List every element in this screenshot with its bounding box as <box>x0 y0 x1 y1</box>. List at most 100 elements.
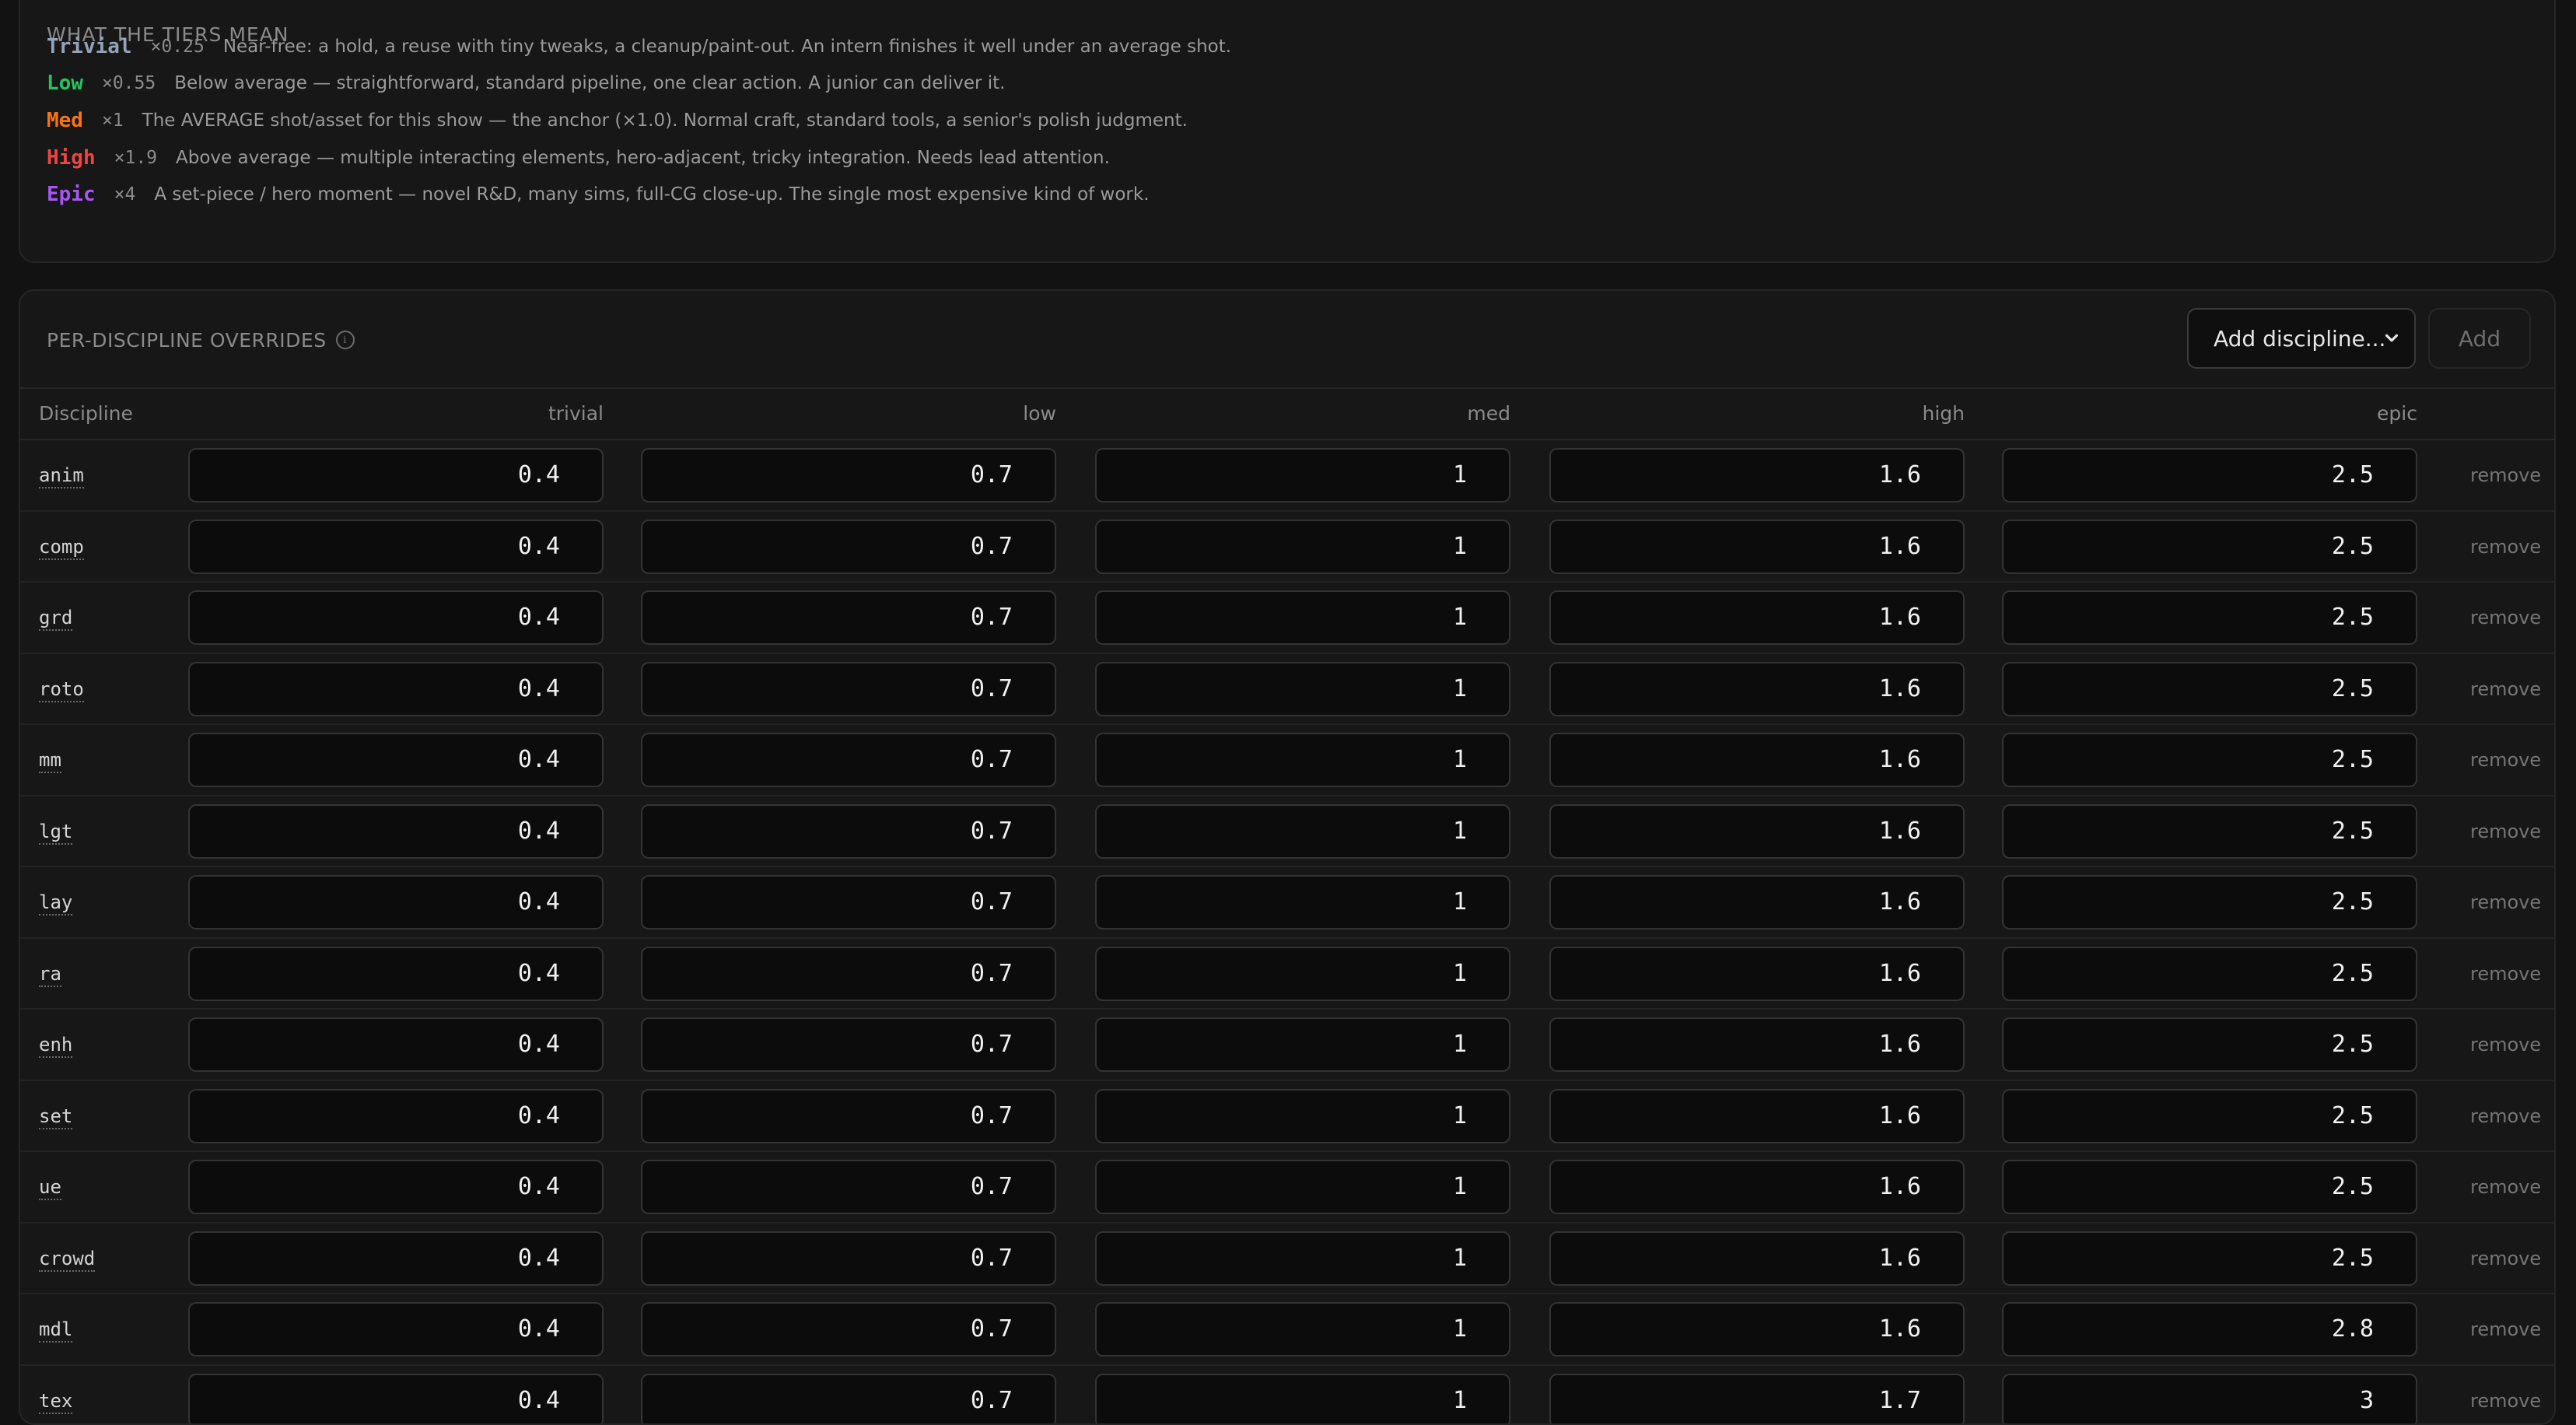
med-multiplier-input[interactable]: 1 <box>1095 1017 1510 1072</box>
med-multiplier-input[interactable]: 1 <box>1095 947 1510 1001</box>
epic-multiplier-input[interactable]: 2.5 <box>2002 804 2417 859</box>
chevron-down-icon <box>2383 330 2400 347</box>
high-multiplier-input[interactable]: 1.6 <box>1549 448 1965 502</box>
discipline-name-cell: enh <box>39 1010 72 1080</box>
low-multiplier-input[interactable]: 0.7 <box>641 662 1056 716</box>
tier-description: The AVERAGE shot/asset for this show — t… <box>142 110 1188 131</box>
med-multiplier-input[interactable]: 1 <box>1095 1231 1510 1286</box>
remove-discipline-button[interactable]: remove <box>2470 1010 2556 1080</box>
table-row: crowd0.40.711.62.5remove <box>20 1224 2554 1295</box>
epic-multiplier-input[interactable]: 2.5 <box>2002 733 2417 787</box>
tier-name: Trivial <box>47 35 132 58</box>
epic-multiplier-input[interactable]: 2.5 <box>2002 1017 2417 1072</box>
med-multiplier-input[interactable]: 1 <box>1095 1089 1510 1143</box>
remove-discipline-button[interactable]: remove <box>2470 1224 2556 1294</box>
add-discipline-select[interactable]: Add discipline... <box>2187 308 2416 369</box>
high-multiplier-input[interactable]: 1.6 <box>1549 520 1965 574</box>
add-discipline-button[interactable]: Add <box>2428 308 2531 369</box>
med-multiplier-input[interactable]: 1 <box>1095 448 1510 502</box>
remove-discipline-button[interactable]: remove <box>2470 725 2556 795</box>
epic-multiplier-input[interactable]: 2.5 <box>2002 1231 2417 1286</box>
trivial-multiplier-input[interactable]: 0.4 <box>188 1231 604 1286</box>
trivial-multiplier-input[interactable]: 0.4 <box>188 662 604 716</box>
epic-multiplier-input[interactable]: 2.5 <box>2002 947 2417 1001</box>
trivial-multiplier-input[interactable]: 0.4 <box>188 1017 604 1072</box>
high-multiplier-input[interactable]: 1.6 <box>1549 1089 1965 1143</box>
low-multiplier-input[interactable]: 0.7 <box>641 590 1056 645</box>
epic-multiplier-input[interactable]: 3 <box>2002 1374 2417 1425</box>
remove-discipline-button[interactable]: remove <box>2470 1081 2556 1151</box>
low-multiplier-input[interactable]: 0.7 <box>641 1160 1056 1214</box>
tier-name: Med <box>47 109 83 132</box>
epic-multiplier-input[interactable]: 2.5 <box>2002 520 2417 574</box>
remove-discipline-button[interactable]: remove <box>2470 867 2556 937</box>
trivial-multiplier-input[interactable]: 0.4 <box>188 448 604 502</box>
trivial-multiplier-input[interactable]: 0.4 <box>188 590 604 645</box>
med-multiplier-input[interactable]: 1 <box>1095 590 1510 645</box>
high-multiplier-input[interactable]: 1.6 <box>1549 875 1965 930</box>
trivial-multiplier-input[interactable]: 0.4 <box>188 1374 604 1425</box>
trivial-multiplier-input[interactable]: 0.4 <box>188 520 604 574</box>
tier-multiplier: ×0.25 <box>151 37 205 57</box>
remove-discipline-button[interactable]: remove <box>2470 1152 2556 1222</box>
low-multiplier-input[interactable]: 0.7 <box>641 875 1056 930</box>
epic-multiplier-input[interactable]: 2.5 <box>2002 875 2417 930</box>
low-multiplier-input[interactable]: 0.7 <box>641 1089 1056 1143</box>
med-multiplier-input[interactable]: 1 <box>1095 1160 1510 1214</box>
trivial-multiplier-input[interactable]: 0.4 <box>188 1302 604 1357</box>
epic-multiplier-input[interactable]: 2.5 <box>2002 1160 2417 1214</box>
med-multiplier-input[interactable]: 1 <box>1095 520 1510 574</box>
remove-discipline-button[interactable]: remove <box>2470 654 2556 724</box>
discipline-name: roto <box>39 678 84 702</box>
high-multiplier-input[interactable]: 1.6 <box>1549 804 1965 859</box>
epic-multiplier-input[interactable]: 2.5 <box>2002 448 2417 502</box>
med-multiplier-input[interactable]: 1 <box>1095 875 1510 930</box>
low-multiplier-input[interactable]: 0.7 <box>641 1374 1056 1425</box>
epic-multiplier-input[interactable]: 2.5 <box>2002 662 2417 716</box>
remove-discipline-button[interactable]: remove <box>2470 1366 2556 1425</box>
high-multiplier-input[interactable]: 1.6 <box>1549 1302 1965 1357</box>
trivial-multiplier-input[interactable]: 0.4 <box>188 804 604 859</box>
low-multiplier-input[interactable]: 0.7 <box>641 947 1056 1001</box>
trivial-multiplier-input[interactable]: 0.4 <box>188 875 604 930</box>
epic-multiplier-input[interactable]: 2.8 <box>2002 1302 2417 1357</box>
high-multiplier-input[interactable]: 1.6 <box>1549 1231 1965 1286</box>
remove-discipline-button[interactable]: remove <box>2470 797 2556 867</box>
high-multiplier-input[interactable]: 1.6 <box>1549 590 1965 645</box>
med-multiplier-input[interactable]: 1 <box>1095 1374 1510 1425</box>
low-multiplier-input[interactable]: 0.7 <box>641 1017 1056 1072</box>
high-multiplier-input[interactable]: 1.6 <box>1549 662 1965 716</box>
epic-multiplier-input[interactable]: 2.5 <box>2002 590 2417 645</box>
remove-discipline-button[interactable]: remove <box>2470 939 2556 1009</box>
table-row: set0.40.711.62.5remove <box>20 1081 2554 1153</box>
low-multiplier-input[interactable]: 0.7 <box>641 804 1056 859</box>
high-multiplier-input[interactable]: 1.6 <box>1549 733 1965 787</box>
remove-discipline-button[interactable]: remove <box>2470 583 2556 653</box>
low-multiplier-input[interactable]: 0.7 <box>641 1302 1056 1357</box>
tier-multiplier: ×4 <box>114 184 136 205</box>
trivial-multiplier-input[interactable]: 0.4 <box>188 733 604 787</box>
remove-discipline-button[interactable]: remove <box>2470 440 2556 510</box>
overrides-title: PER-DISCIPLINE OVERRIDES <box>47 329 327 352</box>
high-multiplier-input[interactable]: 1.7 <box>1549 1374 1965 1425</box>
low-multiplier-input[interactable]: 0.7 <box>641 448 1056 502</box>
discipline-name: ra <box>39 963 61 987</box>
trivial-multiplier-input[interactable]: 0.4 <box>188 947 604 1001</box>
med-multiplier-input[interactable]: 1 <box>1095 733 1510 787</box>
epic-multiplier-input[interactable]: 2.5 <box>2002 1089 2417 1143</box>
high-multiplier-input[interactable]: 1.6 <box>1549 1017 1965 1072</box>
remove-discipline-button[interactable]: remove <box>2470 512 2556 582</box>
remove-discipline-button[interactable]: remove <box>2470 1294 2556 1364</box>
med-multiplier-input[interactable]: 1 <box>1095 662 1510 716</box>
med-multiplier-input[interactable]: 1 <box>1095 804 1510 859</box>
med-multiplier-input[interactable]: 1 <box>1095 1302 1510 1357</box>
high-multiplier-input[interactable]: 1.6 <box>1549 1160 1965 1214</box>
trivial-multiplier-input[interactable]: 0.4 <box>188 1160 604 1214</box>
trivial-multiplier-input[interactable]: 0.4 <box>188 1089 604 1143</box>
low-multiplier-input[interactable]: 0.7 <box>641 520 1056 574</box>
low-multiplier-input[interactable]: 0.7 <box>641 733 1056 787</box>
high-multiplier-input[interactable]: 1.6 <box>1549 947 1965 1001</box>
discipline-name-cell: grd <box>39 583 72 653</box>
info-icon[interactable]: i <box>336 331 355 349</box>
low-multiplier-input[interactable]: 0.7 <box>641 1231 1056 1286</box>
